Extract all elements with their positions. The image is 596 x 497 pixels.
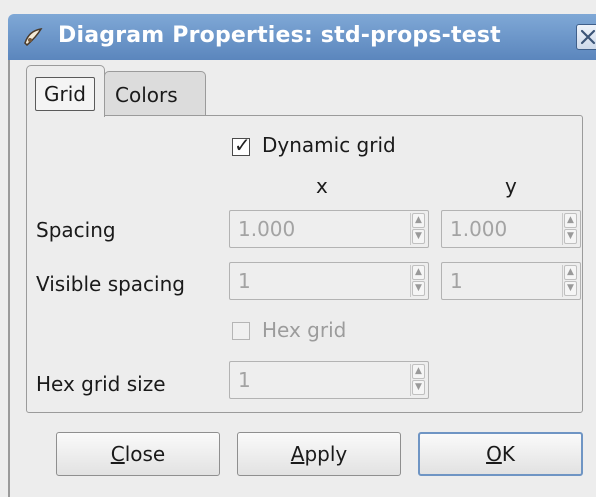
tab-colors[interactable]: Colors — [104, 71, 206, 115]
chevron-down-icon[interactable]: ▼ — [564, 229, 577, 244]
visible-spacing-y-spinbox[interactable]: 1 ▲ ▼ — [441, 262, 581, 300]
ok-button-label: K — [501, 442, 515, 466]
spacing-x-value: 1.000 — [238, 217, 296, 241]
visible-spacing-x-spinbox[interactable]: 1 ▲ ▼ — [229, 262, 429, 300]
spin-arrows: ▲ ▼ — [410, 364, 426, 396]
close-button[interactable]: Close — [56, 432, 220, 476]
spacing-label: Spacing — [36, 218, 116, 242]
ok-mnemonic: O — [486, 442, 502, 466]
ok-button[interactable]: OK — [418, 432, 583, 476]
dialog-window: Diagram Properties: std-props-test Grid … — [0, 0, 596, 497]
tab-grid[interactable]: Grid — [26, 65, 105, 117]
spin-arrows: ▲ ▼ — [410, 213, 426, 245]
tab-grid-label: Grid — [35, 77, 95, 111]
chevron-down-icon[interactable]: ▼ — [412, 380, 425, 395]
visible-spacing-label: Visible spacing — [36, 272, 185, 296]
chevron-down-icon[interactable]: ▼ — [564, 281, 577, 296]
hex-grid-size-label: Hex grid size — [36, 372, 166, 396]
chevron-down-icon[interactable]: ▼ — [412, 229, 425, 244]
window-close-button[interactable] — [576, 24, 596, 50]
chevron-up-icon[interactable]: ▲ — [564, 265, 577, 280]
spacing-x-spinbox[interactable]: 1.000 ▲ ▼ — [229, 210, 429, 248]
apply-button[interactable]: Apply — [237, 432, 401, 476]
spin-arrows: ▲ ▼ — [562, 213, 578, 245]
hex-grid-checkbox[interactable] — [232, 322, 250, 340]
spacing-y-spinbox[interactable]: 1.000 ▲ ▼ — [441, 210, 581, 248]
dynamic-grid-checkbox[interactable]: ✓ — [232, 134, 251, 156]
spin-arrows: ▲ ▼ — [410, 265, 426, 297]
hex-grid-label: Hex grid — [262, 318, 347, 342]
apply-button-label: pply — [304, 442, 348, 466]
chevron-up-icon[interactable]: ▲ — [412, 213, 425, 228]
visible-spacing-x-value: 1 — [238, 269, 251, 293]
window-frame — [8, 60, 10, 497]
hex-grid-size-value: 1 — [238, 368, 251, 392]
column-x-label: x — [316, 174, 328, 198]
spin-arrows: ▲ ▼ — [562, 265, 578, 297]
hex-grid-size-spinbox[interactable]: 1 ▲ ▼ — [229, 361, 429, 399]
column-y-label: y — [505, 174, 517, 198]
chevron-up-icon[interactable]: ▲ — [412, 364, 425, 379]
close-mnemonic: C — [110, 442, 125, 466]
dynamic-grid-label: Dynamic grid — [262, 133, 396, 157]
spacing-y-value: 1.000 — [450, 217, 508, 241]
chevron-up-icon[interactable]: ▲ — [564, 213, 577, 228]
window-title: Diagram Properties: std-props-test — [58, 23, 501, 48]
checkmark-icon: ✓ — [234, 133, 251, 157]
dia-app-icon — [24, 28, 43, 47]
tab-colors-label: Colors — [115, 83, 178, 107]
close-icon — [580, 29, 596, 45]
close-button-label: lose — [124, 442, 166, 466]
title-bar[interactable]: Diagram Properties: std-props-test — [8, 14, 596, 60]
visible-spacing-y-value: 1 — [450, 269, 463, 293]
chevron-down-icon[interactable]: ▼ — [412, 281, 425, 296]
chevron-up-icon[interactable]: ▲ — [412, 265, 425, 280]
apply-mnemonic: A — [290, 442, 305, 466]
